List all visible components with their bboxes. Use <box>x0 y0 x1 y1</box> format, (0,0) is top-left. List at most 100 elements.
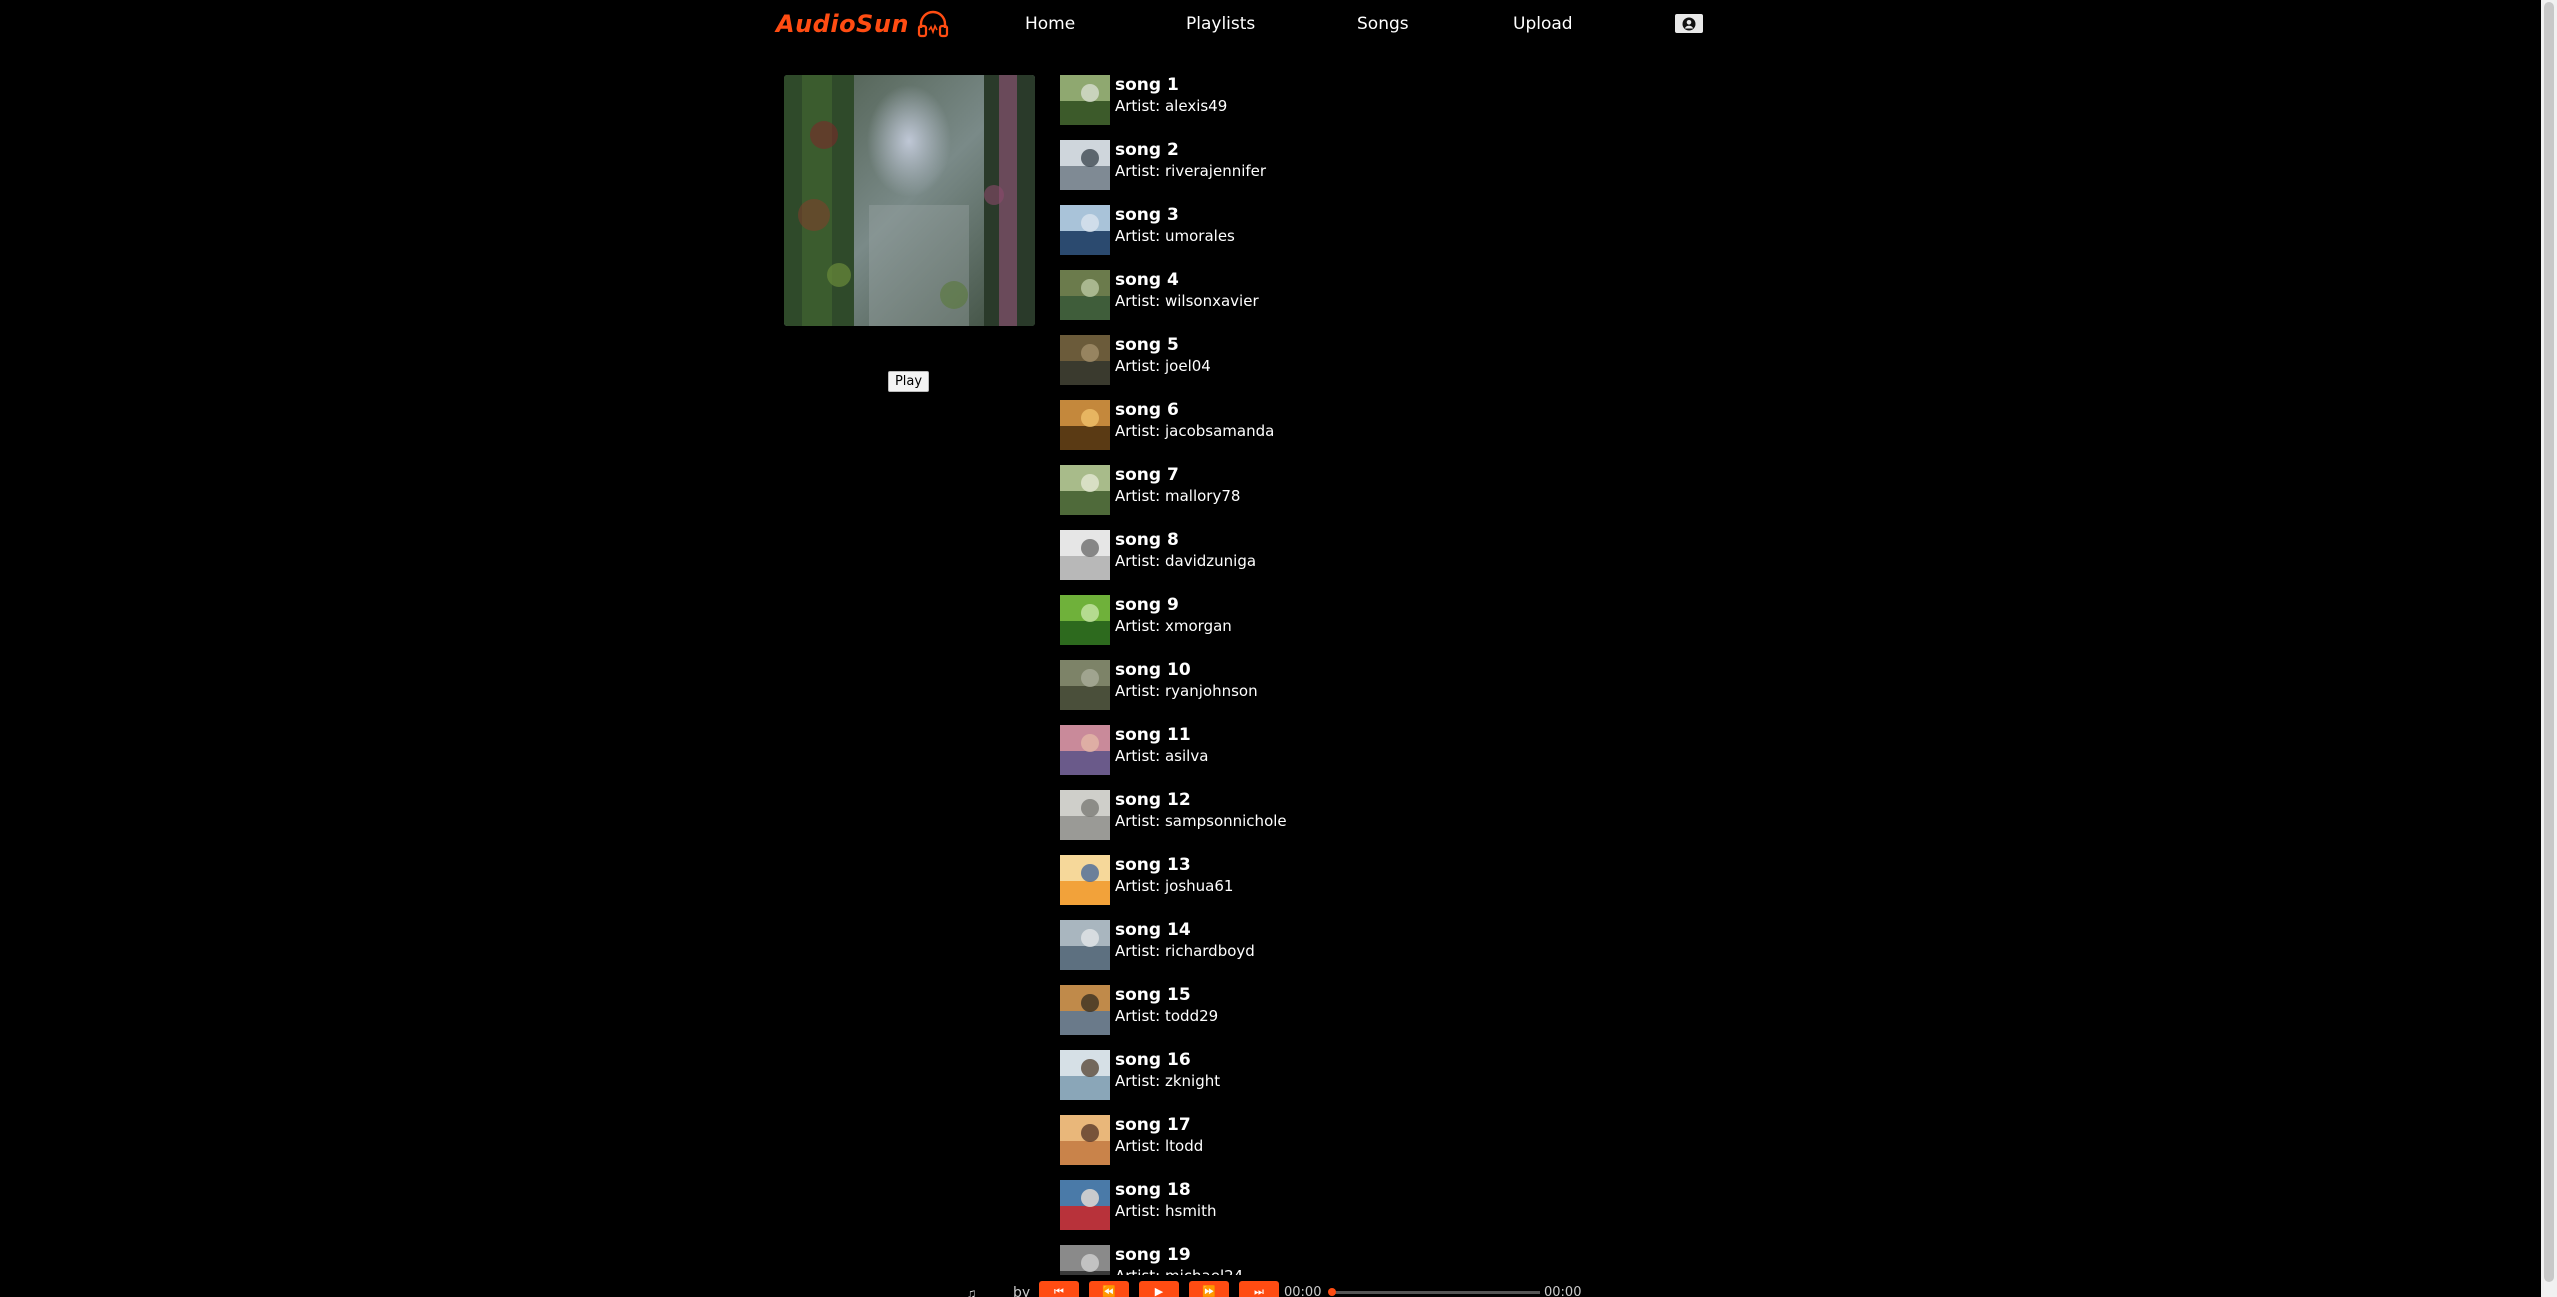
rewind-icon: ⏪ <box>1102 1286 1116 1297</box>
song-thumbnail <box>1060 140 1110 190</box>
play-button[interactable]: Play <box>888 371 929 392</box>
song-artist: Artist: jacobsamanda <box>1115 422 1275 440</box>
song-artist: Artist: wilsonxavier <box>1115 292 1259 310</box>
song-title: song 9 <box>1115 595 1179 615</box>
song-item[interactable]: song 13 Artist: joshua61 <box>1060 855 1420 907</box>
song-title: song 3 <box>1115 205 1179 225</box>
song-thumbnail <box>1060 855 1110 905</box>
song-title: song 8 <box>1115 530 1179 550</box>
song-title: song 5 <box>1115 335 1179 355</box>
song-thumbnail <box>1060 1180 1110 1230</box>
play-icon: ▶ <box>1154 1286 1164 1297</box>
fast-forward-icon: ⏩ <box>1202 1286 1216 1297</box>
song-thumbnail <box>1060 530 1110 580</box>
song-item[interactable]: song 8 Artist: davidzuniga <box>1060 530 1420 582</box>
song-artist: Artist: alexis49 <box>1115 97 1228 115</box>
song-item[interactable]: song 7 Artist: mallory78 <box>1060 465 1420 517</box>
song-item[interactable]: song 17 Artist: ltodd <box>1060 1115 1420 1167</box>
skip-forward-icon: ⏭ <box>1254 1286 1264 1297</box>
player-artist-label: by <box>1013 1285 1031 1297</box>
page-scrollbar[interactable] <box>2541 0 2557 1297</box>
song-item[interactable]: song 2 Artist: riverajennifer <box>1060 140 1420 192</box>
player-play-button[interactable]: ▶ <box>1139 1281 1179 1297</box>
page: AudioSun Home Playlists Songs Upload Pla… <box>0 0 2557 1297</box>
nav-songs[interactable]: Songs <box>1357 14 1409 34</box>
song-thumbnail <box>1060 1050 1110 1100</box>
song-title: song 6 <box>1115 400 1179 420</box>
song-thumbnail <box>1060 335 1110 385</box>
song-artist: Artist: mallory78 <box>1115 487 1241 505</box>
song-item[interactable]: song 1 Artist: alexis49 <box>1060 75 1420 127</box>
song-list: song 1 Artist: alexis49 song 2 Artist: rive… <box>1060 75 1460 1295</box>
song-thumbnail <box>1060 920 1110 970</box>
song-item[interactable]: song 15 Artist: todd29 <box>1060 985 1420 1037</box>
cover-art <box>784 75 1035 326</box>
song-artist: Artist: davidzuniga <box>1115 552 1257 570</box>
song-item[interactable]: song 4 Artist: wilsonxavier <box>1060 270 1420 322</box>
fast-forward-button[interactable]: ⏩ <box>1189 1281 1229 1297</box>
user-button[interactable] <box>1675 14 1703 33</box>
song-artist: Artist: joel04 <box>1115 357 1211 375</box>
scrollbar-thumb[interactable] <box>2544 2 2554 1282</box>
song-title: song 11 <box>1115 725 1191 745</box>
song-title: song 15 <box>1115 985 1191 1005</box>
song-artist: Artist: asilva <box>1115 747 1209 765</box>
song-artist: Artist: riverajennifer <box>1115 162 1267 180</box>
nav-home[interactable]: Home <box>1025 14 1075 34</box>
progress-bar[interactable] <box>1328 1288 1540 1296</box>
song-title: song 19 <box>1115 1245 1191 1265</box>
skip-back-button[interactable]: ⏮ <box>1039 1281 1079 1297</box>
song-thumbnail <box>1060 270 1110 320</box>
song-item[interactable]: song 3 Artist: umorales <box>1060 205 1420 257</box>
song-title: song 7 <box>1115 465 1179 485</box>
brand-name: AudioSun <box>776 10 910 38</box>
song-thumbnail <box>1060 205 1110 255</box>
brand-logo[interactable]: AudioSun <box>776 10 949 38</box>
music-note-icon: ♫ <box>966 1285 977 1297</box>
song-artist: Artist: richardboyd <box>1115 942 1255 960</box>
headphones-icon <box>917 10 949 38</box>
nav-playlists[interactable]: Playlists <box>1186 14 1255 34</box>
song-item[interactable]: song 10 Artist: ryanjohnson <box>1060 660 1420 712</box>
song-thumbnail <box>1060 790 1110 840</box>
song-artist: Artist: todd29 <box>1115 1007 1219 1025</box>
song-title: song 18 <box>1115 1180 1191 1200</box>
song-thumbnail <box>1060 725 1110 775</box>
song-thumbnail <box>1060 400 1110 450</box>
song-artist: Artist: ltodd <box>1115 1137 1204 1155</box>
song-thumbnail <box>1060 1115 1110 1165</box>
song-item[interactable]: song 9 Artist: xmorgan <box>1060 595 1420 647</box>
song-item[interactable]: song 6 Artist: jacobsamanda <box>1060 400 1420 452</box>
song-title: song 4 <box>1115 270 1179 290</box>
forest-cover-art <box>784 75 1035 326</box>
song-thumbnail <box>1060 465 1110 515</box>
song-title: song 17 <box>1115 1115 1191 1135</box>
duration: 00:00 <box>1544 1285 1582 1297</box>
song-title: song 1 <box>1115 75 1179 95</box>
song-title: song 2 <box>1115 140 1179 160</box>
song-item[interactable]: song 12 Artist: sampsonnichole <box>1060 790 1420 842</box>
song-title: song 12 <box>1115 790 1191 810</box>
nav-upload[interactable]: Upload <box>1513 14 1573 34</box>
song-item[interactable]: song 5 Artist: joel04 <box>1060 335 1420 387</box>
song-thumbnail <box>1060 985 1110 1035</box>
audio-player: ♫ by ⏮ ⏪ ▶ ⏩ ⏭ 00:00 00:00 <box>0 1275 2540 1297</box>
song-thumbnail <box>1060 660 1110 710</box>
song-item[interactable]: song 14 Artist: richardboyd <box>1060 920 1420 972</box>
song-thumbnail <box>1060 75 1110 125</box>
song-artist: Artist: umorales <box>1115 227 1235 245</box>
rewind-button[interactable]: ⏪ <box>1089 1281 1129 1297</box>
skip-forward-button[interactable]: ⏭ <box>1239 1281 1279 1297</box>
song-item[interactable]: song 18 Artist: hsmith <box>1060 1180 1420 1232</box>
song-title: song 16 <box>1115 1050 1191 1070</box>
progress-knob[interactable] <box>1328 1288 1336 1296</box>
current-time: 00:00 <box>1284 1285 1322 1297</box>
song-artist: Artist: joshua61 <box>1115 877 1234 895</box>
song-item[interactable]: song 11 Artist: asilva <box>1060 725 1420 777</box>
song-artist: Artist: zknight <box>1115 1072 1221 1090</box>
song-thumbnail <box>1060 595 1110 645</box>
song-item[interactable]: song 16 Artist: zknight <box>1060 1050 1420 1102</box>
skip-back-icon: ⏮ <box>1054 1286 1064 1297</box>
song-title: song 14 <box>1115 920 1191 940</box>
song-title: song 13 <box>1115 855 1191 875</box>
